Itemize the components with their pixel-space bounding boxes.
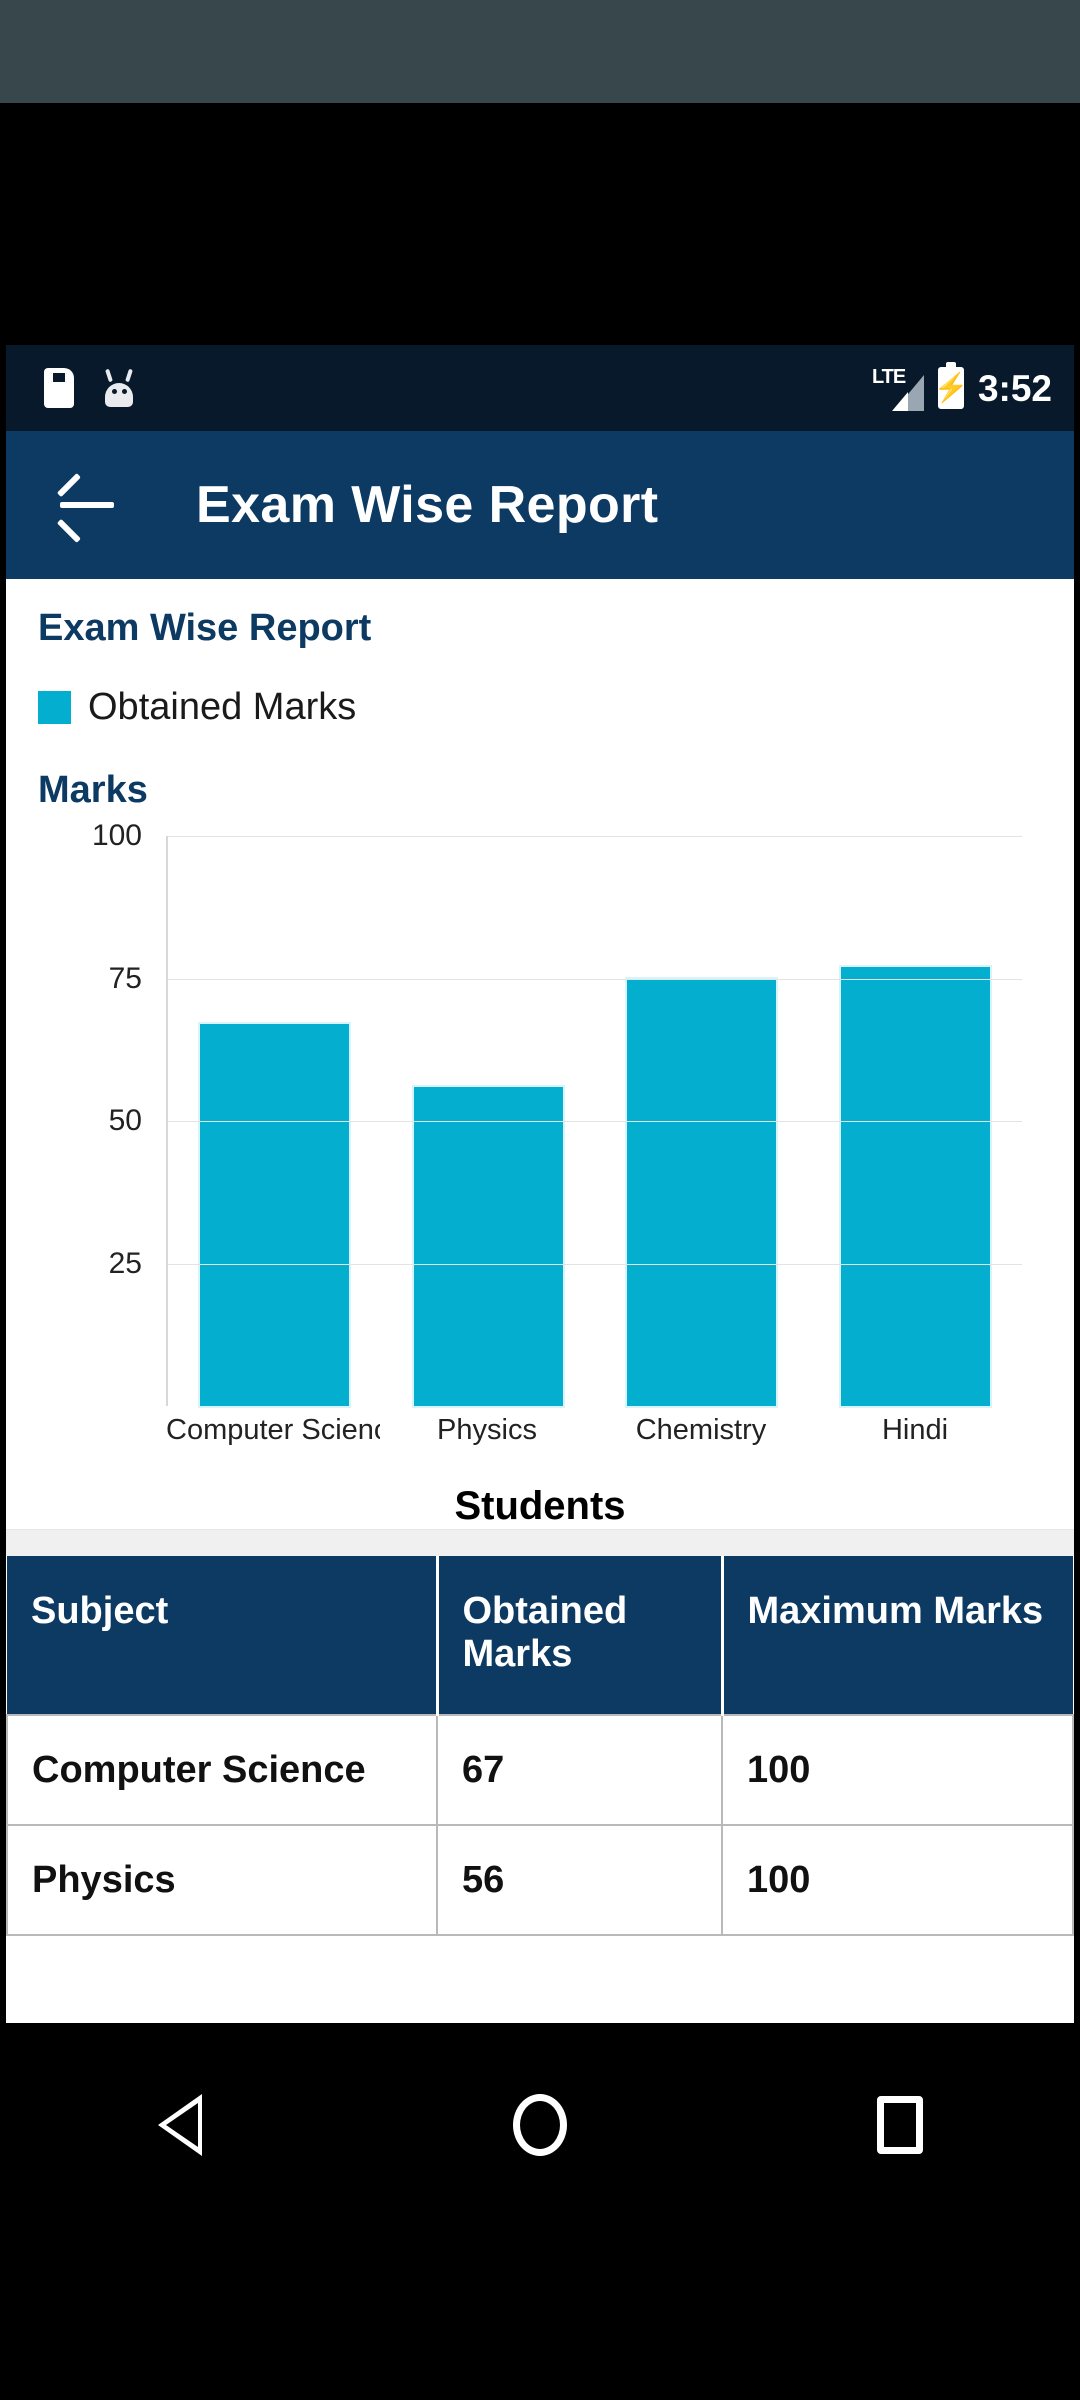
table-body: Computer Science 67 100 Physics 56 100 [6, 1714, 1074, 1936]
status-bar-right-icons: LTE ⚡ 3:52 [872, 362, 1052, 411]
section-divider [6, 1529, 1074, 1556]
home-circle-icon [513, 2094, 567, 2156]
table-header-subject: Subject [7, 1556, 439, 1715]
black-spacer [0, 103, 1080, 345]
lte-signal-icon: LTE [872, 365, 924, 411]
y-tick-label: 75 [108, 961, 142, 995]
y-axis-ticks: 100 75 50 25 [6, 819, 156, 1406]
grid-line [168, 836, 1022, 837]
status-bar: LTE ⚡ 3:52 [6, 345, 1074, 431]
back-arrow-icon[interactable] [56, 473, 120, 543]
y-tick-label: 25 [108, 1246, 142, 1280]
bar-computer-science[interactable] [200, 1024, 350, 1406]
page-title: Exam Wise Report [196, 476, 659, 534]
y-tick-label: 100 [91, 819, 142, 852]
battery-charging-icon: ⚡ [934, 362, 968, 409]
y-tick-label: 50 [108, 1104, 142, 1137]
bar-hindi[interactable] [840, 967, 990, 1406]
x-tick-label: Computer Science [166, 1414, 380, 1446]
content-scroll-area[interactable]: Exam Wise Report Obtained Marks Marks 10… [6, 579, 1074, 1936]
table-cell-maximum: 100 [721, 1824, 1074, 1936]
y-axis-title: Marks [38, 769, 148, 811]
sim-card-icon [44, 368, 74, 408]
status-bar-clock: 3:52 [977, 367, 1052, 409]
plot-area [166, 836, 1022, 1406]
chart-title: Exam Wise Report [38, 607, 372, 649]
grid-line [168, 1121, 1022, 1122]
phone-viewport: LTE ⚡ 3:52 Exam Wise Report Exam Wise Re… [6, 345, 1074, 2023]
legend-label-obtained-marks: Obtained Marks [88, 686, 357, 728]
app-bar: Exam Wise Report [6, 431, 1074, 579]
table-row[interactable]: Computer Science 67 100 [6, 1714, 1074, 1826]
table-header-row: Subject Obtained Marks Maximum Marks [7, 1556, 1073, 1715]
table-cell-subject: Physics [6, 1824, 438, 1936]
android-head-icon [102, 368, 136, 407]
x-axis-title: Students [454, 1484, 626, 1528]
table-header-obtained-marks: Obtained Marks [437, 1556, 724, 1715]
table-row[interactable]: Physics 56 100 [6, 1824, 1074, 1936]
x-tick-label: Chemistry [635, 1414, 767, 1446]
table-cell-obtained: 56 [436, 1824, 723, 1936]
bar-physics[interactable] [413, 1086, 563, 1406]
recents-square-icon [877, 2096, 923, 2154]
nav-recents-button[interactable] [820, 2065, 980, 2185]
top-system-band [0, 0, 1080, 103]
chart-card: Exam Wise Report Obtained Marks Marks 10… [6, 579, 1074, 1529]
bar-chart-plot: 100 75 50 25 Computer Science Physics Chemist… [6, 819, 1074, 1476]
x-tick-label: Physics [437, 1414, 537, 1446]
table-header-maximum-marks: Maximum Marks [722, 1556, 1073, 1715]
x-axis-ticks: Computer Science Physics Chemistry Hindi [166, 1414, 1022, 1447]
status-bar-left-icons [44, 368, 136, 408]
table-cell-obtained: 67 [436, 1714, 723, 1826]
marks-table: Subject Obtained Marks Maximum Marks Com… [6, 1556, 1074, 1936]
grid-line [168, 978, 1022, 980]
x-tick-label: Hindi [881, 1414, 949, 1446]
table-cell-subject: Computer Science [6, 1714, 438, 1826]
nav-back-button[interactable] [100, 2065, 260, 2185]
android-navigation-bar [0, 2023, 1080, 2400]
bar-chemistry[interactable] [627, 978, 777, 1406]
grid-line [168, 1263, 1022, 1265]
legend-swatch-obtained-marks [38, 691, 71, 724]
table-cell-maximum: 100 [721, 1714, 1074, 1826]
back-triangle-icon [158, 2094, 202, 2156]
chart-legend: Obtained Marks [6, 686, 1074, 729]
nav-home-button[interactable] [460, 2065, 620, 2185]
table-header: Subject Obtained Marks Maximum Marks [7, 1556, 1073, 1715]
